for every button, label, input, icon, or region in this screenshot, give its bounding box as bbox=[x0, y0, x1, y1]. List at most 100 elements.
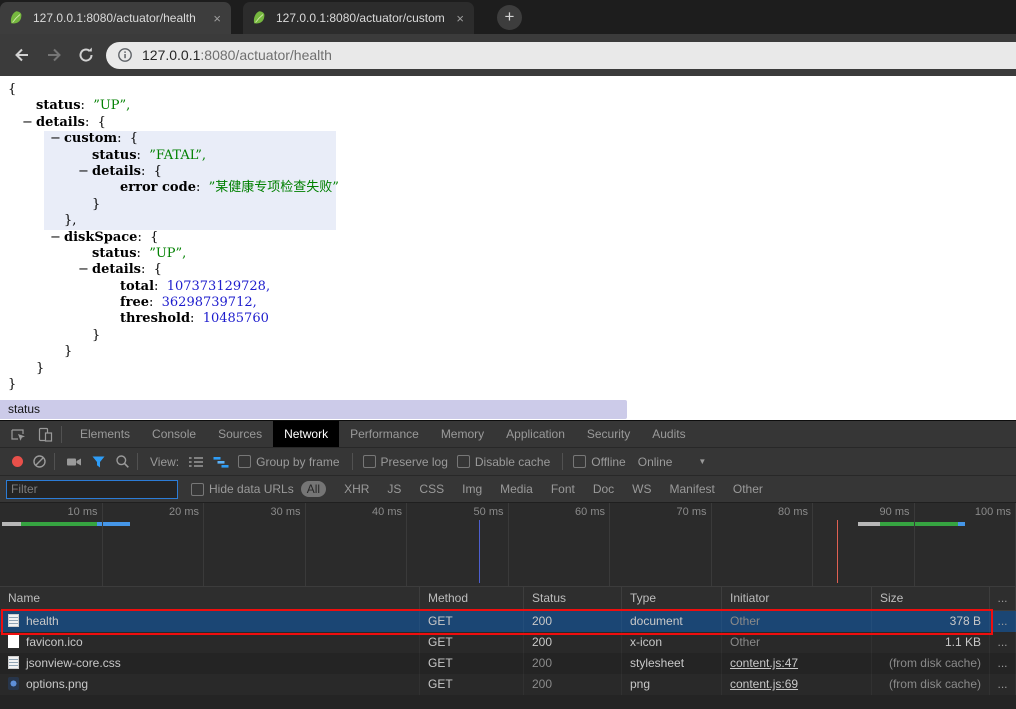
reload-button[interactable] bbox=[76, 45, 96, 65]
clear-button[interactable] bbox=[32, 454, 47, 469]
request-name: options.png bbox=[26, 677, 88, 691]
filter-type-font[interactable]: Font bbox=[551, 482, 575, 496]
filter-type-css[interactable]: CSS bbox=[419, 482, 444, 496]
json-line: −details: { bbox=[0, 164, 1016, 180]
divider bbox=[137, 453, 138, 470]
device-toolbar-button[interactable] bbox=[37, 426, 54, 443]
funnel-icon bbox=[91, 455, 106, 469]
back-button[interactable] bbox=[12, 45, 32, 65]
tab-custom[interactable]: 127.0.0.1:8080/actuator/custom × bbox=[243, 2, 474, 34]
view-list-button[interactable] bbox=[188, 455, 204, 469]
devtools-tab-performance[interactable]: Performance bbox=[339, 421, 430, 447]
new-tab-button[interactable]: + bbox=[497, 5, 522, 30]
json-key: details bbox=[36, 115, 85, 130]
filter-type-manifest[interactable]: Manifest bbox=[670, 482, 715, 496]
json-value: 10485760 bbox=[203, 311, 269, 326]
tab-close-icon[interactable]: × bbox=[211, 11, 223, 26]
column-header-name[interactable]: Name bbox=[0, 587, 420, 610]
column-header-method[interactable]: Method bbox=[420, 587, 524, 610]
request-row-favicon.ico[interactable]: favicon.icoGET200x-iconOther1.1 KB... bbox=[0, 632, 1016, 653]
json-key: threshold bbox=[120, 311, 190, 326]
request-type: stylesheet bbox=[622, 653, 722, 674]
devtools-tab-elements[interactable]: Elements bbox=[69, 421, 141, 447]
collapse-toggle[interactable]: − bbox=[22, 115, 36, 131]
request-status: 200 bbox=[524, 632, 622, 653]
devtools-tab-security[interactable]: Security bbox=[576, 421, 641, 447]
offline-checkbox[interactable] bbox=[573, 455, 586, 468]
forward-button[interactable] bbox=[44, 45, 64, 65]
request-method: GET bbox=[420, 674, 524, 695]
filter-type-ws[interactable]: WS bbox=[632, 482, 651, 496]
request-name: health bbox=[26, 614, 59, 628]
request-initiator[interactable]: content.js:47 bbox=[730, 656, 798, 670]
devtools-tab-memory[interactable]: Memory bbox=[430, 421, 495, 447]
collapse-toggle[interactable]: − bbox=[78, 164, 92, 180]
waterfall-bar-2 bbox=[858, 522, 965, 526]
capture-screenshots-button[interactable] bbox=[66, 455, 82, 469]
request-row-options.png[interactable]: options.pngGET200pngcontent.js:69(from d… bbox=[0, 674, 1016, 695]
network-overview-timeline[interactable]: 10 ms20 ms30 ms40 ms50 ms60 ms70 ms80 ms… bbox=[0, 503, 1016, 587]
hide-data-urls-label: Hide data URLs bbox=[209, 482, 294, 496]
record-button[interactable] bbox=[12, 456, 23, 467]
throttling-select[interactable]: Online bbox=[638, 455, 673, 469]
request-initiator[interactable]: content.js:69 bbox=[730, 677, 798, 691]
filter-type-all[interactable]: All bbox=[301, 481, 326, 497]
address-bar[interactable]: 127.0.0.1:8080/actuator/health bbox=[106, 42, 1016, 69]
request-row-health[interactable]: healthGET200documentOther378 B... bbox=[0, 611, 1016, 632]
devtools-tab-console[interactable]: Console bbox=[141, 421, 207, 447]
table-header-row: NameMethodStatusTypeInitiatorSize... bbox=[0, 587, 1016, 611]
page-info-icon[interactable] bbox=[117, 47, 133, 63]
waterfall-stairs-icon bbox=[213, 455, 229, 469]
request-row-jsonview-core.css[interactable]: jsonview-core.cssGET200stylesheetcontent… bbox=[0, 653, 1016, 674]
filter-type-media[interactable]: Media bbox=[500, 482, 533, 496]
json-key: status bbox=[36, 98, 81, 113]
ruler-label: 90 ms bbox=[856, 506, 910, 518]
url-path: :8080/actuator/health bbox=[200, 47, 332, 63]
divider bbox=[352, 453, 353, 470]
column-header-type[interactable]: Type bbox=[622, 587, 722, 610]
search-button[interactable] bbox=[115, 454, 130, 469]
collapse-toggle[interactable]: − bbox=[78, 262, 92, 278]
collapse-toggle[interactable]: − bbox=[50, 131, 64, 147]
collapse-toggle[interactable]: − bbox=[50, 230, 64, 246]
request-type: png bbox=[622, 674, 722, 695]
devtools-tab-sources[interactable]: Sources bbox=[207, 421, 273, 447]
json-value: 36298739712, bbox=[162, 295, 257, 310]
page-content: {status: ”UP”,−details: {−custom: {statu… bbox=[0, 76, 1016, 420]
disable-cache-checkbox[interactable] bbox=[457, 455, 470, 468]
request-method: GET bbox=[420, 632, 524, 653]
column-header-[interactable]: ... bbox=[990, 587, 1016, 610]
filter-toggle-button[interactable] bbox=[91, 455, 106, 469]
devtools-tab-network[interactable]: Network bbox=[273, 421, 339, 447]
tab-title: 127.0.0.1:8080/actuator/health bbox=[33, 11, 207, 25]
hide-data-urls-checkbox[interactable] bbox=[191, 483, 204, 496]
column-header-size[interactable]: Size bbox=[872, 587, 990, 610]
devtools-tab-audits[interactable]: Audits bbox=[641, 421, 696, 447]
filter-input[interactable] bbox=[6, 480, 178, 499]
group-by-frame-checkbox[interactable] bbox=[238, 455, 251, 468]
device-phone-icon bbox=[37, 426, 54, 443]
camera-icon bbox=[66, 455, 82, 469]
column-header-status[interactable]: Status bbox=[524, 587, 622, 610]
image-icon bbox=[8, 677, 19, 690]
filter-type-xhr[interactable]: XHR bbox=[344, 482, 369, 496]
chevron-down-icon[interactable]: ▼ bbox=[698, 457, 706, 466]
json-line: } bbox=[0, 361, 1016, 377]
filter-type-other[interactable]: Other bbox=[733, 482, 763, 496]
request-type: document bbox=[622, 611, 722, 632]
filter-type-js[interactable]: JS bbox=[387, 482, 401, 496]
devtools-tabbar: ElementsConsoleSourcesNetworkPerformance… bbox=[0, 421, 1016, 448]
request-size: (from disk cache) bbox=[872, 653, 990, 674]
ruler-label: 50 ms bbox=[450, 506, 504, 518]
json-line: −details: { bbox=[0, 115, 1016, 131]
filter-type-doc[interactable]: Doc bbox=[593, 482, 614, 496]
column-header-initiator[interactable]: Initiator bbox=[722, 587, 872, 610]
tab-health[interactable]: 127.0.0.1:8080/actuator/health × bbox=[0, 2, 231, 34]
view-overview-button[interactable] bbox=[213, 455, 229, 469]
devtools-tab-application[interactable]: Application bbox=[495, 421, 576, 447]
preserve-log-checkbox[interactable] bbox=[363, 455, 376, 468]
inspect-element-button[interactable] bbox=[10, 426, 27, 443]
json-line: } bbox=[0, 197, 1016, 213]
filter-type-img[interactable]: Img bbox=[462, 482, 482, 496]
tab-close-icon[interactable]: × bbox=[454, 11, 466, 26]
